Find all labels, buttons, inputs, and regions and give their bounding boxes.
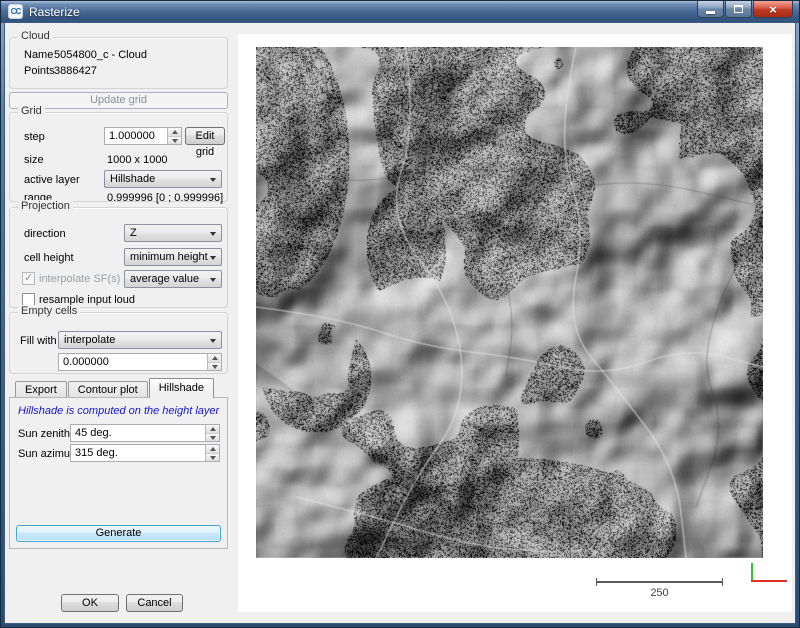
tab-hillshade[interactable]: Hillshade: [149, 378, 214, 398]
scale-bar-right-tick: [722, 578, 723, 586]
chevron-down-icon: [210, 339, 216, 343]
cancel-button[interactable]: Cancel: [126, 594, 183, 612]
size-label: size: [24, 154, 44, 166]
spin-down-icon[interactable]: [206, 453, 219, 461]
sun-azimuth-spin-buttons[interactable]: [205, 445, 219, 461]
chevron-down-icon: [210, 178, 216, 182]
spin-up-icon[interactable]: [208, 354, 221, 362]
maximize-icon: [734, 5, 743, 13]
x-axis-icon: [751, 580, 787, 582]
cell-height-value: minimum height: [130, 251, 208, 263]
preview-viewport[interactable]: 250: [238, 34, 792, 612]
grid-group: Grid step Edit grid size 1000 x 1000 act…: [9, 112, 228, 202]
maximize-button[interactable]: [725, 1, 752, 18]
minimize-icon: [706, 11, 715, 14]
direction-select[interactable]: Z: [124, 224, 222, 242]
step-label: step: [24, 131, 45, 143]
cloud-name-label: Name: [24, 49, 53, 61]
chevron-down-icon: [210, 256, 216, 260]
interpolate-sf-checkbox: [22, 272, 35, 285]
empty-cells-group: Empty cells Fill with interpolate: [9, 312, 228, 374]
close-button[interactable]: [753, 1, 793, 18]
hillshade-note: Hillshade is computed on the height laye…: [18, 405, 219, 417]
interpolate-sf-label: interpolate SF(s): [39, 273, 120, 285]
sun-zenith-spin-buttons[interactable]: [205, 425, 219, 441]
sun-zenith-spinbox[interactable]: [70, 424, 220, 442]
rasterize-dialog: Rasterize Cloud Name 5054800_c - Cloud P…: [0, 0, 800, 628]
spin-up-icon[interactable]: [168, 128, 181, 136]
size-value: 1000 x 1000: [107, 154, 168, 166]
scale-bar: [596, 581, 723, 583]
sun-zenith-label: Sun zenith: [18, 428, 70, 440]
range-value: 0.999996 [0 ; 0.999996]: [107, 192, 223, 204]
tab-bar: Export Contour plot Hillshade: [9, 378, 215, 398]
cell-height-label: cell height: [24, 252, 74, 264]
projection-group: Projection direction Z cell height minim…: [9, 207, 228, 308]
generate-button[interactable]: Generate: [16, 525, 221, 542]
interpolate-sf-value: average value: [130, 273, 199, 285]
sun-zenith-input[interactable]: [71, 425, 204, 441]
close-icon: [769, 2, 777, 17]
direction-value: Z: [130, 227, 137, 239]
spin-up-icon[interactable]: [206, 445, 219, 453]
grid-group-title: Grid: [18, 105, 45, 117]
interpolate-sf-select[interactable]: average value: [124, 270, 222, 288]
empty-cells-group-title: Empty cells: [18, 305, 80, 317]
sun-azimuth-input[interactable]: [71, 445, 204, 461]
step-input[interactable]: [105, 128, 166, 144]
ok-button[interactable]: OK: [61, 594, 119, 612]
spin-down-icon[interactable]: [206, 433, 219, 441]
cloud-group: Cloud Name 5054800_c - Cloud Points 3886…: [9, 37, 228, 89]
fill-value-spin-buttons[interactable]: [207, 354, 221, 370]
scale-bar-label: 250: [596, 587, 723, 599]
window-title: Rasterize: [29, 1, 80, 23]
step-spin-buttons[interactable]: [167, 128, 181, 144]
hillshade-preview-image[interactable]: [256, 47, 763, 558]
fill-with-label: Fill with: [20, 335, 57, 347]
cloud-name-value: 5054800_c - Cloud: [54, 49, 147, 61]
tab-export[interactable]: Export: [15, 381, 67, 398]
tab-contour-plot[interactable]: Contour plot: [68, 381, 148, 398]
fill-value-spinbox[interactable]: [58, 353, 222, 371]
hillshade-tab-pane: Hillshade is computed on the height laye…: [9, 397, 228, 549]
window-controls: [696, 1, 793, 18]
cloud-group-title: Cloud: [18, 30, 53, 42]
edit-grid-button[interactable]: Edit grid: [185, 127, 225, 145]
fill-value-input[interactable]: [59, 354, 206, 370]
minimize-button[interactable]: [697, 1, 724, 18]
chevron-down-icon: [210, 232, 216, 236]
sun-azimuth-spinbox[interactable]: [70, 444, 220, 462]
fill-with-value: interpolate: [64, 334, 115, 346]
active-layer-label: active layer: [24, 174, 80, 186]
dialog-client-area: Cloud Name 5054800_c - Cloud Points 3886…: [4, 22, 796, 624]
step-spinbox[interactable]: [104, 127, 182, 145]
scale-bar-left-tick: [596, 578, 597, 586]
active-layer-value: Hillshade: [110, 173, 155, 185]
spin-up-icon[interactable]: [206, 425, 219, 433]
fill-with-select[interactable]: interpolate: [58, 331, 222, 349]
spin-down-icon[interactable]: [168, 136, 181, 144]
projection-group-title: Projection: [18, 200, 73, 212]
cell-height-select[interactable]: minimum height: [124, 248, 222, 266]
cloud-points-label: Points: [24, 65, 55, 77]
direction-label: direction: [24, 228, 66, 240]
active-layer-select[interactable]: Hillshade: [104, 170, 222, 188]
cloud-points-value: 3886427: [54, 65, 97, 77]
cloudcompare-icon: [8, 4, 23, 19]
chevron-down-icon: [210, 278, 216, 282]
spin-down-icon[interactable]: [208, 362, 221, 370]
titlebar[interactable]: Rasterize: [1, 1, 799, 23]
